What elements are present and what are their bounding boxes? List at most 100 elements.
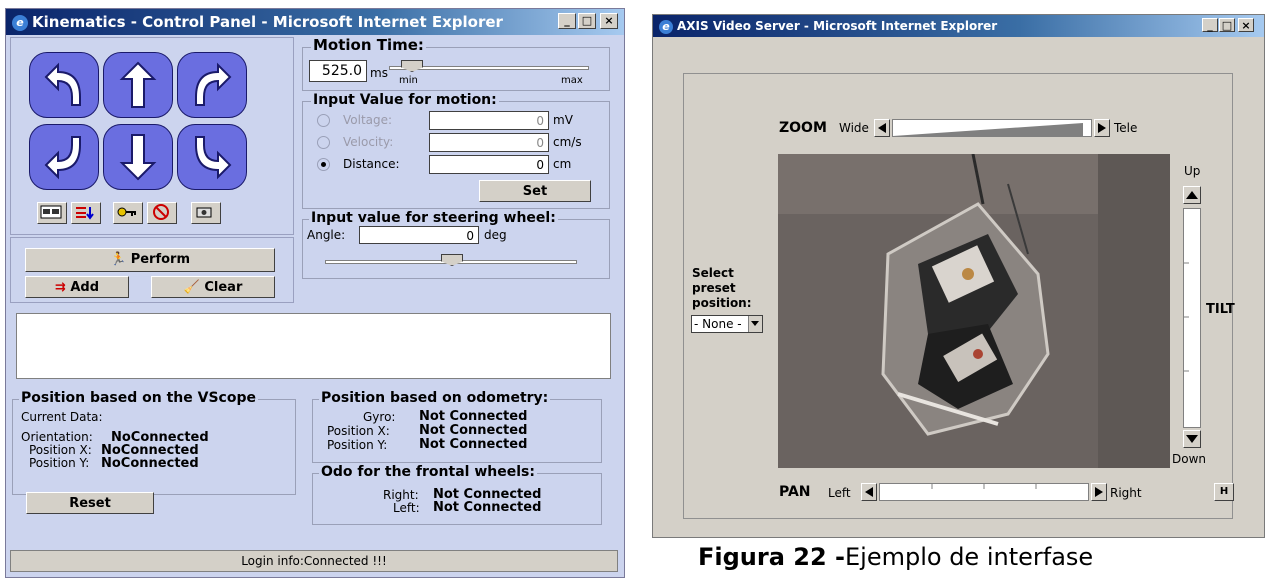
kinematics-window: e Kinematics - Control Panel - Microsoft …	[5, 8, 625, 578]
axis-video-window: e AXIS Video Server - Microsoft Internet …	[652, 14, 1265, 538]
vscope-title: Position based on the VScope	[19, 390, 258, 406]
add-button[interactable]: ⇉ Add	[25, 276, 129, 298]
tilt-up-label: Up	[1184, 164, 1201, 178]
slider-max-label: max	[561, 75, 583, 86]
vscope-group: Position based on the VScope Current Dat…	[12, 390, 296, 495]
turn-left-back-button[interactable]	[29, 124, 99, 190]
turn-right-forward-button[interactable]	[177, 52, 247, 118]
arrow-up-icon	[119, 61, 157, 108]
voltage-label: Voltage:	[343, 113, 393, 127]
camera-tool-button[interactable]	[191, 202, 221, 224]
vscope-pos-x-label: Position X:	[29, 443, 92, 457]
arrow-right-icon	[1098, 123, 1106, 133]
velocity-unit: cm/s	[553, 135, 582, 149]
close-button[interactable]: ×	[600, 13, 618, 29]
velocity-radio[interactable]	[317, 136, 330, 149]
forward-button[interactable]	[103, 52, 173, 118]
frontal-title: Odo for the frontal wheels:	[319, 464, 537, 480]
key-tool-button[interactable]	[113, 202, 143, 224]
tilt-ticks	[1184, 262, 1189, 372]
zoom-ramp	[893, 123, 1083, 136]
w2-close-button[interactable]: ×	[1238, 18, 1254, 32]
zoom-label: ZOOM	[779, 120, 827, 136]
tilt-down-button[interactable]	[1183, 430, 1201, 448]
motion-time-group: Motion Time: 525.0 ms min max	[302, 36, 610, 91]
preset-select[interactable]: - None -	[691, 315, 763, 333]
left-wheel-label: Left:	[393, 501, 420, 515]
camera-icon	[196, 207, 212, 218]
voltage-unit: mV	[553, 113, 573, 127]
cancel-key-tool-button[interactable]	[147, 202, 177, 224]
steering-slider-thumb[interactable]	[441, 254, 463, 266]
clear-button[interactable]: 🧹 Clear	[151, 276, 275, 298]
home-button[interactable]: H	[1214, 483, 1234, 501]
zoom-wide-label: Wide	[839, 121, 869, 135]
distance-radio[interactable]	[317, 158, 330, 171]
set-button[interactable]: Set	[479, 180, 591, 202]
angle-label: Angle:	[307, 228, 346, 242]
display-icon	[40, 205, 62, 219]
frontal-wheels-group: Odo for the frontal wheels: Right: Not C…	[312, 464, 602, 525]
broom-icon: 🧹	[183, 280, 200, 295]
velocity-field[interactable]: 0	[429, 133, 549, 152]
voltage-radio[interactable]	[317, 114, 330, 127]
caption-label: Figura 22 -	[698, 543, 845, 571]
list-tool-button[interactable]	[71, 202, 101, 224]
voltage-field[interactable]: 0	[429, 111, 549, 130]
zoom-in-button[interactable]	[1094, 119, 1110, 137]
direction-panel	[10, 37, 294, 235]
odo-pos-y-label: Position Y:	[327, 438, 388, 452]
distance-field[interactable]: 0	[429, 155, 549, 174]
chevron-down-icon[interactable]	[748, 316, 762, 332]
input-value-group: Input Value for motion: Voltage: 0 mV Ve…	[302, 92, 610, 209]
log-textarea[interactable]	[16, 313, 611, 379]
window1-title: Kinematics - Control Panel - Microsoft I…	[32, 13, 503, 31]
pan-slider[interactable]	[879, 483, 1089, 501]
arrow-down-small-icon	[1186, 435, 1198, 443]
reset-button[interactable]: Reset	[26, 492, 154, 514]
arrow-back-left-icon	[44, 136, 81, 180]
window1-titlebar: e Kinematics - Control Panel - Microsoft …	[6, 9, 624, 35]
backward-button[interactable]	[103, 124, 173, 190]
preset-label-line1: Select	[692, 266, 734, 280]
turn-left-forward-button[interactable]	[29, 52, 99, 118]
odo-pos-y-value: Not Connected	[419, 437, 528, 452]
zoom-slider[interactable]	[892, 119, 1092, 137]
preset-label-line2: preset	[692, 281, 736, 295]
angle-field[interactable]: 0	[359, 226, 479, 244]
arrow-right-icon	[1095, 487, 1103, 497]
steering-title: Input value for steering wheel:	[309, 210, 558, 226]
no-key-icon	[153, 204, 169, 220]
tilt-slider[interactable]	[1183, 208, 1201, 428]
tilt-up-button[interactable]	[1183, 186, 1201, 204]
display-tool-button[interactable]	[37, 202, 67, 224]
key-icon	[117, 207, 136, 217]
right-wheel-label: Right:	[383, 488, 419, 502]
turn-right-back-button[interactable]	[177, 124, 247, 190]
gyro-value: Not Connected	[419, 409, 528, 424]
pan-ticks	[931, 484, 1037, 489]
w2-minimize-button[interactable]: _	[1202, 18, 1218, 32]
action-panel: 🏃 Perform ⇉ Add 🧹 Clear	[10, 237, 294, 303]
vscope-pos-y-value: NoConnected	[101, 456, 199, 471]
w2-maximize-button[interactable]: □	[1219, 18, 1235, 32]
perform-button[interactable]: 🏃 Perform	[25, 248, 275, 272]
input-value-title: Input Value for motion:	[311, 92, 499, 108]
pan-left-button[interactable]	[861, 483, 877, 501]
camera-control-panel: ZOOM Wide Tele Up TILT Down Select prese…	[683, 73, 1235, 519]
ie-logo-icon: e	[12, 14, 28, 31]
pan-right-button[interactable]	[1091, 483, 1107, 501]
perform-label: Perform	[130, 252, 191, 267]
minimize-button[interactable]: _	[558, 13, 576, 29]
zoom-out-button[interactable]	[874, 119, 890, 137]
slider-min-label: min	[399, 75, 418, 86]
arrow-down-icon	[119, 134, 157, 181]
motion-time-field[interactable]: 525.0	[309, 60, 367, 82]
preset-selected-value: - None -	[694, 317, 742, 331]
motion-time-slider-thumb[interactable]	[401, 60, 423, 72]
motion-time-title: Motion Time:	[311, 36, 426, 54]
add-label: Add	[70, 280, 100, 295]
maximize-button[interactable]: □	[578, 13, 596, 29]
arrow-left-icon	[878, 123, 886, 133]
gyro-label: Gyro:	[363, 410, 396, 424]
